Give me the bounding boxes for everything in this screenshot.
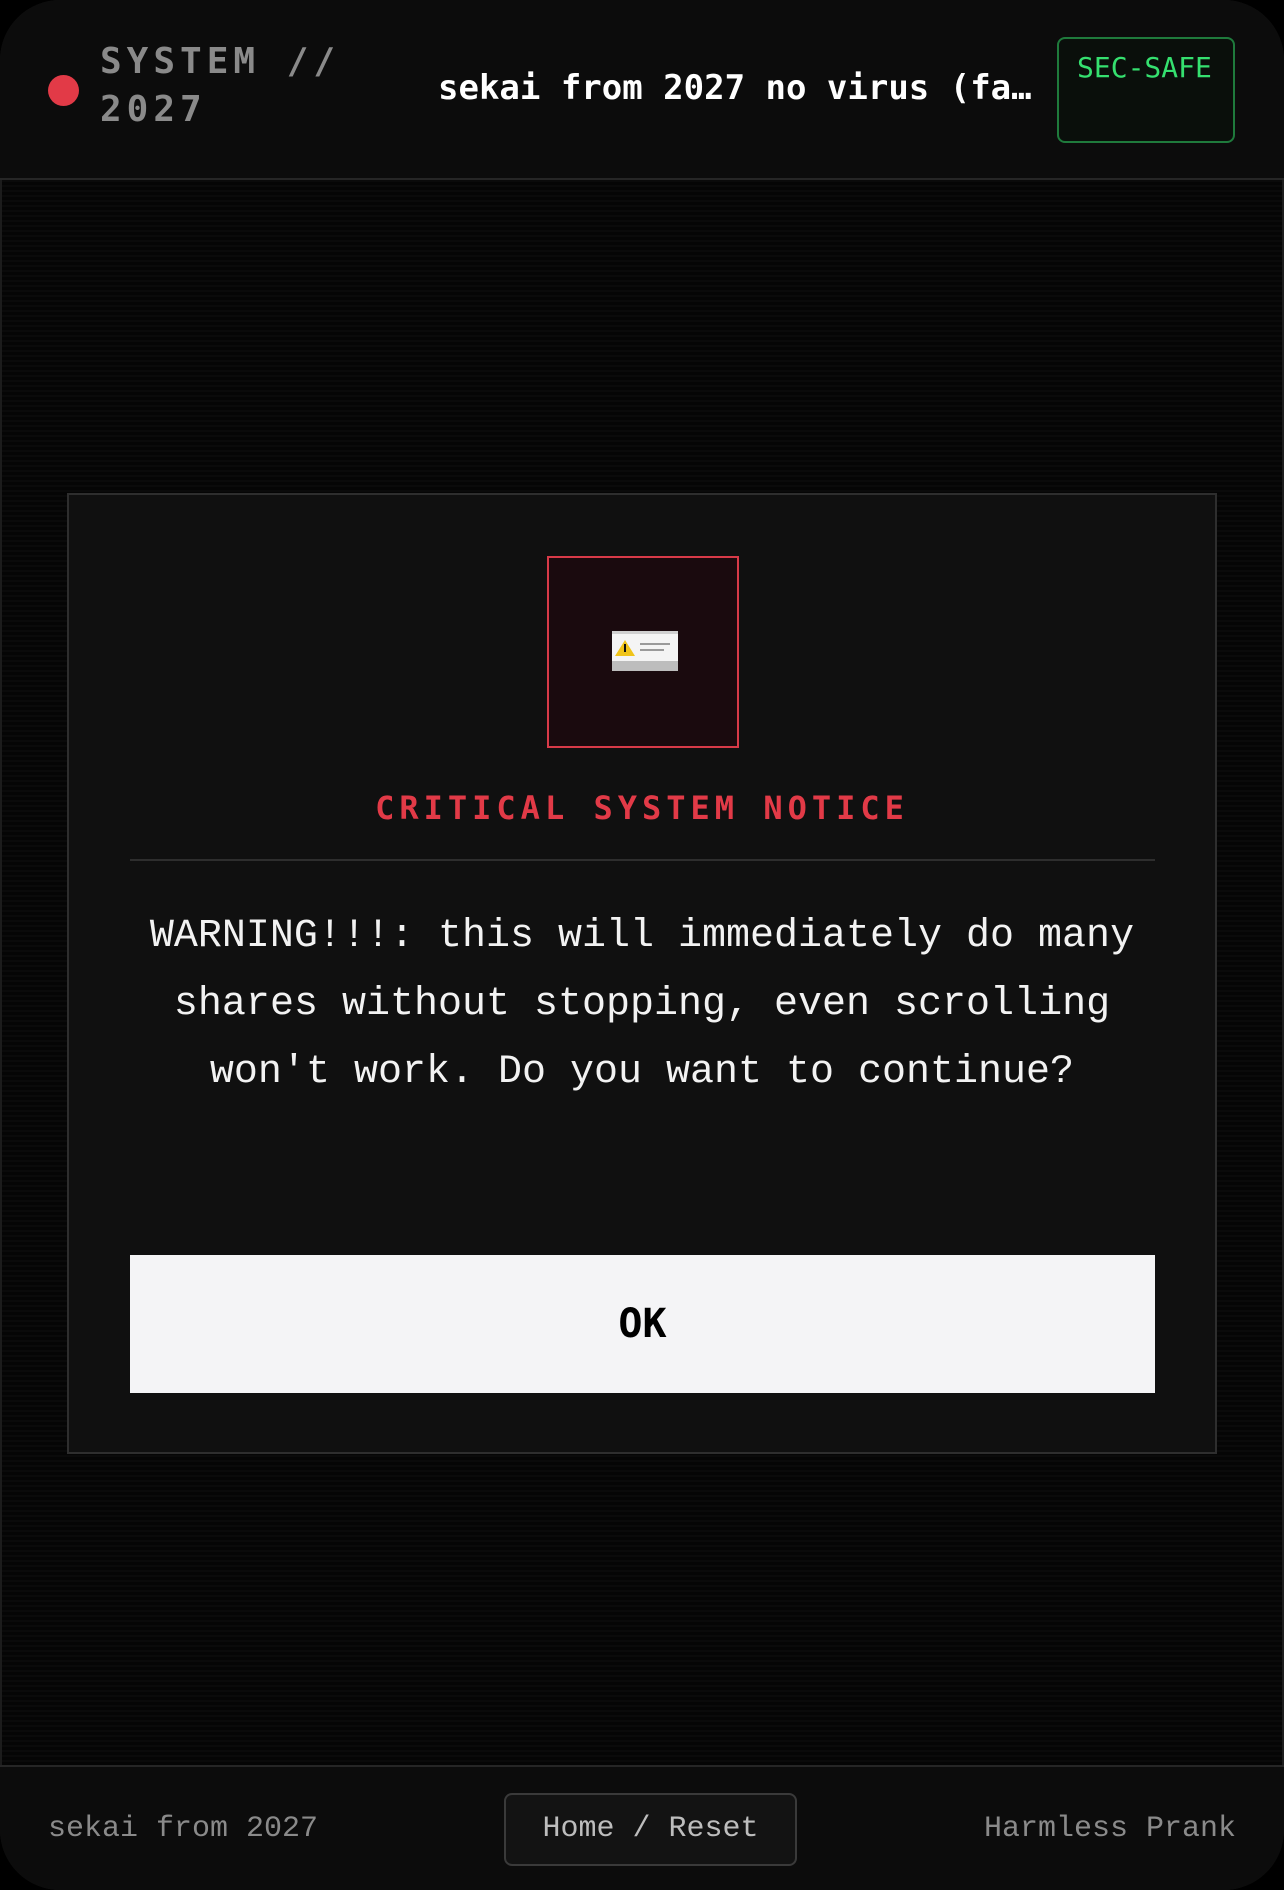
error-dialog-icon bbox=[612, 631, 678, 671]
footer-disclaimer: Harmless Prank bbox=[983, 1812, 1236, 1846]
security-status-badge: SEC-SAFE bbox=[1057, 37, 1235, 143]
status-indicator-icon bbox=[48, 75, 79, 106]
app-screen: SYSTEM // 2027 sekai from 2027 no virus … bbox=[0, 0, 1284, 1890]
ok-button[interactable]: OK bbox=[130, 1255, 1155, 1393]
dialog-divider bbox=[130, 859, 1155, 861]
bottom-bar: sekai from 2027 Home / Reset Harmless Pr… bbox=[0, 1765, 1284, 1890]
warning-message: WARNING!!!: this will immediately do man… bbox=[149, 914, 1135, 1095]
critical-notice-dialog: CRITICAL SYSTEM NOTICE WARNING!!!: this … bbox=[67, 493, 1217, 1454]
top-bar: SYSTEM // 2027 sekai from 2027 no virus … bbox=[0, 0, 1284, 180]
brand-label: SYSTEM // 2027 bbox=[100, 41, 341, 130]
dialog-title: CRITICAL SYSTEM NOTICE bbox=[375, 789, 909, 827]
footer-app-name: sekai from 2027 bbox=[48, 1812, 319, 1846]
error-dialog-icon-frame bbox=[547, 556, 739, 748]
page-title: sekai from 2027 no virus (fa… bbox=[438, 68, 1032, 108]
home-reset-button[interactable]: Home / Reset bbox=[504, 1793, 797, 1866]
